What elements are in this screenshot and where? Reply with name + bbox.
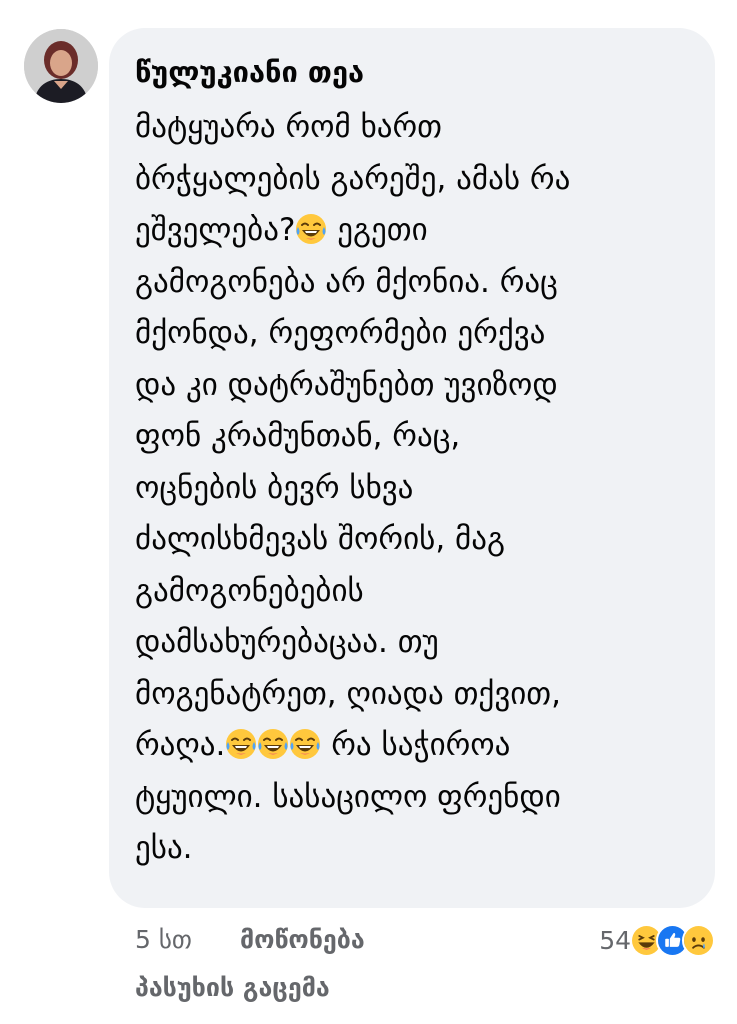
comment-line-text: გამოგონებების (135, 572, 364, 609)
comment-line: მატყუარა რომ ხართ (135, 102, 695, 154)
comment-line-text: და კი დატრაშუნებთ უვიზოდ (135, 366, 558, 403)
comment-line-text: მქონდა, რეფორმები ერქვა (135, 315, 546, 351)
comment-line-text: ბრჭყალების გარეშე, ამას რა (135, 160, 571, 197)
laugh-cry-emoji-icon (295, 213, 327, 245)
comment-line-text: ფონ კრამუნთან, რაც, (135, 418, 461, 454)
avatar-photo (24, 29, 98, 103)
reaction-count: 54 (599, 925, 631, 955)
comment-line-text: მატყუარა რომ ხართ (135, 109, 443, 145)
comment-line-text: დამსახურებაცაა. თუ (135, 624, 439, 660)
comment-line-text: ესა. (135, 830, 193, 866)
comment-author[interactable]: წულუკიანი თეა (135, 52, 695, 92)
comment-line-text: რა საჭიროა (321, 727, 511, 763)
reaction-summary[interactable]: 54 (599, 922, 715, 958)
comment-timestamp[interactable]: 5 სთ (135, 925, 192, 954)
comment-line: ოცნების ბევრ სხვა (135, 463, 695, 515)
comment-meta: 5 სთ მოწონება (135, 922, 365, 958)
comment-line: ბრჭყალების გარეშე, ამას რა (135, 154, 695, 206)
laugh-cry-emoji-icon (257, 728, 289, 760)
comment-line-text: ეშველება? (135, 212, 296, 248)
comment-bubble: წულუკიანი თეა მატყუარა რომ ხართ ბრჭყალები… (109, 28, 715, 908)
comment-line-text: მოგენატრეთ, ღიადა თქვით, (135, 675, 561, 712)
sad-icon (682, 923, 715, 957)
comment-line-text: ტყუილი. სასაცილო ფრენდი (135, 778, 561, 815)
comment-line: დამსახურებაცაა. თუ (135, 617, 695, 669)
reply-button[interactable]: პასუხის გაცემა (135, 970, 330, 1006)
comment-line: რაღა. რა საჭიროა (135, 720, 695, 772)
comment-line: გამოგონებების (135, 566, 695, 618)
comment-line-text: ეგეთი (327, 212, 428, 248)
comment-line-text: გამოგონება არ მქონია. რაც (135, 263, 558, 300)
comment-line: ფონ კრამუნთან, რაც, (135, 411, 695, 463)
comment-line: ესა. (135, 823, 695, 875)
comment-text: მატყუარა რომ ხართ ბრჭყალების გარეშე, ამას… (135, 102, 695, 875)
comment-line: ეშველება? ეგეთი (135, 205, 695, 257)
comment-line: მოგენატრეთ, ღიადა თქვით, (135, 669, 695, 721)
comment-line: გამოგონება არ მქონია. რაც (135, 257, 695, 309)
like-button[interactable]: მოწონება (240, 925, 365, 954)
comment-line: მქონდა, რეფორმები ერქვა (135, 308, 695, 360)
laugh-cry-emoji-icon (225, 728, 257, 760)
comment-line: ძალისხმევას შორის, მაგ (135, 514, 695, 566)
laugh-cry-emoji-icon (289, 728, 321, 760)
comment-line-text: რაღა. (135, 727, 226, 763)
comment-line: ტყუილი. სასაცილო ფრენდი (135, 772, 695, 824)
comment-line-text: ძალისხმევას შორის, მაგ (135, 521, 505, 557)
avatar[interactable] (24, 29, 98, 103)
comment-line-text: ოცნების ბევრ სხვა (135, 469, 414, 506)
comment-line: და კი დატრაშუნებთ უვიზოდ (135, 360, 695, 412)
